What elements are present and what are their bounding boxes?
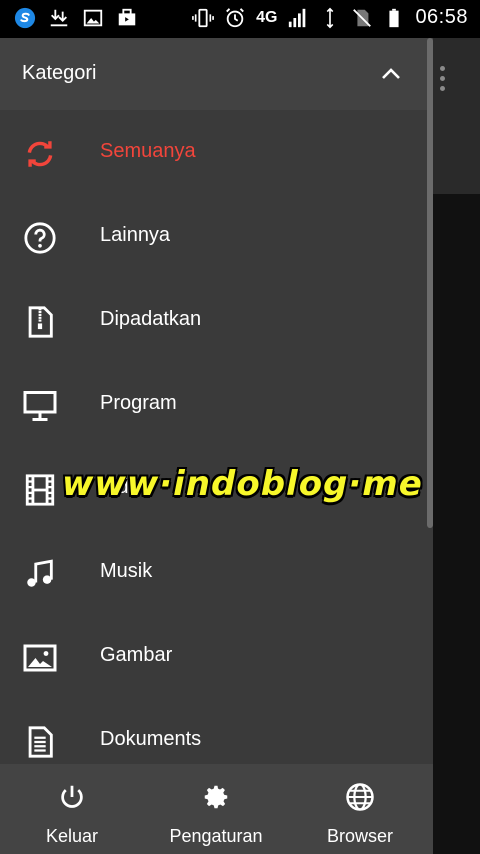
category-list: Semuanya Lainnya Dipadatkan Program Vide… xyxy=(0,110,427,782)
help-circle-icon xyxy=(22,220,58,256)
exit-button[interactable]: Keluar xyxy=(0,764,144,854)
settings-label: Pengaturan xyxy=(169,826,263,846)
browser-label: Browser xyxy=(326,826,393,846)
drawer-title: Kategori xyxy=(22,62,97,84)
system-icons: 4G 06:58 xyxy=(192,6,468,29)
category-label: Program xyxy=(100,392,177,414)
background-toolbar xyxy=(433,38,480,194)
globe-icon xyxy=(346,783,374,811)
refresh-icon xyxy=(22,136,58,172)
collapse-button[interactable] xyxy=(377,60,405,88)
network-type: 4G xyxy=(256,8,278,26)
power-icon xyxy=(61,785,83,808)
no-sim-icon xyxy=(353,8,372,27)
category-label: Gambar xyxy=(100,644,173,666)
category-item-gambar[interactable]: Gambar xyxy=(0,614,427,698)
category-label: Semuanya xyxy=(100,140,196,162)
category-label: Dipadatkan xyxy=(100,308,202,330)
app-s-icon xyxy=(14,7,36,29)
signal-icon xyxy=(289,8,306,27)
exit-label: Keluar xyxy=(45,826,99,846)
watermark-text: www·indoblog·me xyxy=(62,464,423,504)
status-bar: 4G 06:58 xyxy=(0,0,480,38)
image-icon xyxy=(22,640,58,676)
settings-button[interactable]: Pengaturan xyxy=(144,764,288,854)
notification-icons xyxy=(14,7,138,29)
category-label: Dokuments xyxy=(100,728,202,750)
drawer-header[interactable]: Kategori xyxy=(0,38,433,110)
browser-button[interactable]: Browser xyxy=(288,764,432,854)
gear-icon xyxy=(204,785,228,809)
scrollbar[interactable] xyxy=(427,38,433,528)
film-icon xyxy=(22,472,58,508)
chevron-up-icon xyxy=(382,68,400,79)
monitor-icon xyxy=(22,388,58,424)
battery-icon xyxy=(389,8,400,27)
document-icon xyxy=(22,724,58,760)
drawer-bottom-bar: Keluar Pengaturan Browser xyxy=(0,764,433,854)
category-label: Musik xyxy=(100,560,153,582)
category-label: Lainnya xyxy=(100,224,171,246)
background-app xyxy=(433,38,480,854)
overflow-menu-icon[interactable] xyxy=(440,66,446,96)
vibrate-icon xyxy=(192,8,215,27)
data-transfer-icon xyxy=(327,7,334,28)
category-item-lainnya[interactable]: Lainnya xyxy=(0,194,427,278)
image-notification-icon xyxy=(83,9,103,27)
download-icon xyxy=(50,9,68,27)
category-item-musik[interactable]: Musik xyxy=(0,530,427,614)
alarm-icon xyxy=(226,7,244,27)
briefcase-icon xyxy=(118,8,136,26)
navigation-drawer: Kategori Semuanya Lainnya Dipadatkan Pro… xyxy=(0,38,433,854)
category-item-dipadatkan[interactable]: Dipadatkan xyxy=(0,278,427,362)
music-note-icon xyxy=(22,556,58,592)
clock: 06:58 xyxy=(415,6,468,28)
zip-file-icon xyxy=(22,304,58,340)
category-item-semuanya[interactable]: Semuanya xyxy=(0,110,427,194)
category-item-program[interactable]: Program xyxy=(0,362,427,446)
